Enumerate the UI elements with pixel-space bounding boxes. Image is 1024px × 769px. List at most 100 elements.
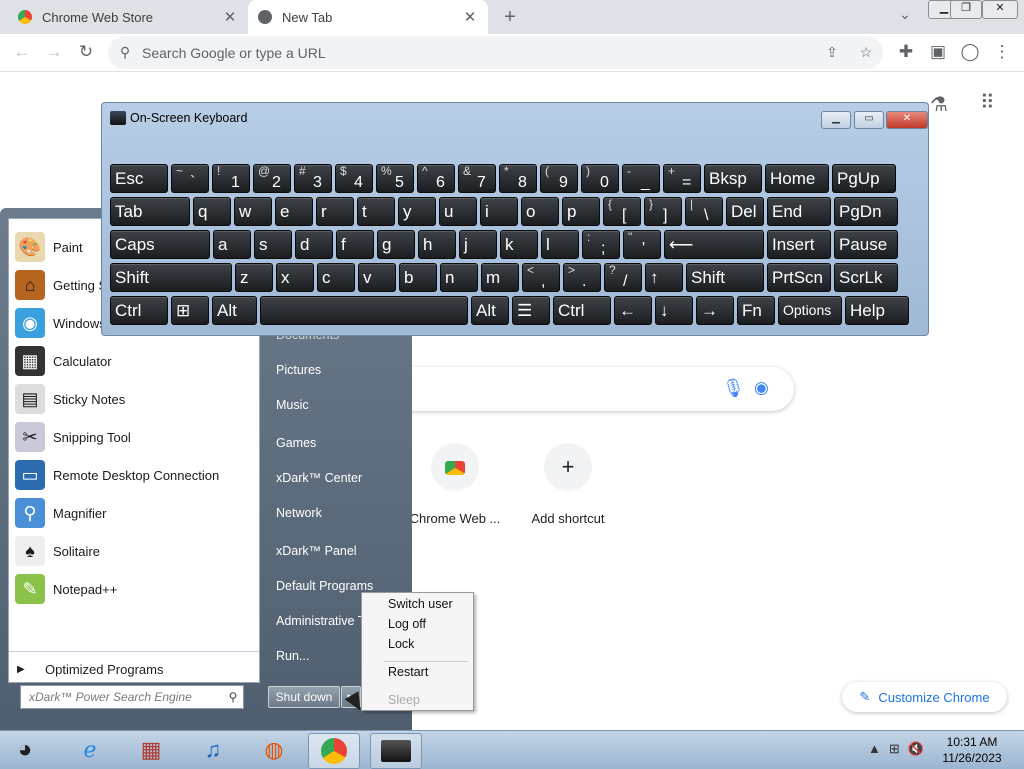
osk-close-button[interactable]: ✕: [886, 111, 928, 129]
key-1[interactable]: ! 1: [212, 164, 250, 193]
key-0[interactable]: ) 0: [581, 164, 619, 193]
key-symbol[interactable]: ↓: [655, 296, 693, 325]
music-player-icon[interactable]: ♫: [188, 733, 238, 767]
key-bksp[interactable]: Bksp: [704, 164, 762, 193]
internet-explorer-icon[interactable]: ℯ: [65, 733, 115, 767]
key-symbol[interactable]: ~ `: [171, 164, 209, 193]
key-3[interactable]: #3: [294, 164, 332, 193]
show-hidden-icons-icon[interactable]: ▲: [868, 741, 881, 757]
restore-button[interactable]: ❐: [950, 0, 982, 19]
key-q[interactable]: q: [193, 197, 231, 226]
start-orb-icon[interactable]: ◕: [2, 733, 48, 767]
key-pause[interactable]: Pause: [834, 230, 898, 259]
key-k[interactable]: k: [500, 230, 538, 259]
volume-muted-icon[interactable]: 🔇: [908, 741, 924, 757]
lens-camera-icon[interactable]: ◉: [754, 378, 769, 398]
menu-item-lock[interactable]: Lock: [388, 637, 414, 651]
share-icon[interactable]: ⇪: [815, 44, 849, 61]
profile-avatar-icon[interactable]: ◯: [958, 40, 982, 64]
omnibox[interactable]: ⚲ Search Google or type a URL ⇪ ☆: [108, 36, 883, 69]
key-del[interactable]: Del: [726, 197, 764, 226]
right-item-games[interactable]: Games: [276, 436, 316, 450]
key-symbol[interactable]: | \: [685, 197, 723, 226]
tab-new-tab[interactable]: New Tab ✕: [248, 0, 488, 34]
key-symbol[interactable]: <,: [522, 263, 560, 292]
shut-down-button[interactable]: Shut down: [268, 686, 340, 708]
key-insert[interactable]: Insert: [767, 230, 831, 259]
key-symbol[interactable]: ⊞: [171, 296, 209, 325]
key-symbol[interactable]: ☰: [512, 296, 550, 325]
key-esc[interactable]: Esc: [110, 164, 168, 193]
key-symbol[interactable]: }]: [644, 197, 682, 226]
close-tab-icon[interactable]: ✕: [222, 8, 238, 26]
right-item-xdark-panel[interactable]: xDark™ Panel: [276, 544, 357, 558]
key-symbol[interactable]: ⟵: [664, 230, 764, 259]
osk-minimize-button[interactable]: ▁: [821, 111, 851, 129]
key-options[interactable]: Options: [778, 296, 842, 325]
close-tab-icon[interactable]: ✕: [462, 8, 478, 26]
key-j[interactable]: j: [459, 230, 497, 259]
key-home[interactable]: Home: [765, 164, 829, 193]
key-x[interactable]: x: [276, 263, 314, 292]
key-9[interactable]: (9: [540, 164, 578, 193]
close-window-button[interactable]: ✕: [982, 0, 1018, 19]
key-v[interactable]: v: [358, 263, 396, 292]
shortcut-add[interactable]: + Add shortcut: [513, 443, 623, 526]
key-w[interactable]: w: [234, 197, 272, 226]
right-item-default-programs[interactable]: Default Programs: [276, 579, 373, 593]
key-2[interactable]: @2: [253, 164, 291, 193]
tab-chrome-web-store[interactable]: Chrome Web Store ✕: [8, 0, 248, 34]
program-calculator[interactable]: ▦ Calculator: [9, 342, 259, 380]
key-caps[interactable]: Caps: [110, 230, 210, 259]
key-symbol[interactable]: " ': [623, 230, 661, 259]
key-l[interactable]: l: [541, 230, 579, 259]
menu-item-restart[interactable]: Restart: [388, 665, 428, 679]
key-4[interactable]: $4: [335, 164, 373, 193]
voice-search-icon[interactable]: 🎙: [722, 378, 745, 399]
key-u[interactable]: u: [439, 197, 477, 226]
key-8[interactable]: * 8: [499, 164, 537, 193]
tab-search-chevron-icon[interactable]: ⌄: [895, 6, 915, 26]
right-item-administrative-tools[interactable]: Administrative T: [276, 614, 365, 628]
key-a[interactable]: a: [213, 230, 251, 259]
key-y[interactable]: y: [398, 197, 436, 226]
menu-kebab-icon[interactable]: ⋮: [990, 40, 1014, 64]
key-prtscn[interactable]: PrtScn: [767, 263, 831, 292]
start-search-input[interactable]: xDark™ Power Search Engine ⚲: [20, 685, 244, 709]
key-d[interactable]: d: [295, 230, 333, 259]
network-icon[interactable]: ⊞: [889, 741, 900, 757]
program-snipping-tool[interactable]: ✂ Snipping Tool: [9, 418, 259, 456]
menu-item-switch-user[interactable]: Switch user: [388, 597, 453, 611]
key-h[interactable]: h: [418, 230, 456, 259]
key-5[interactable]: % 5: [376, 164, 414, 193]
program-solitaire[interactable]: ♠ Solitaire: [9, 532, 259, 570]
key-help[interactable]: Help: [845, 296, 909, 325]
side-panel-icon[interactable]: ▣: [926, 40, 950, 64]
right-item-network[interactable]: Network: [276, 506, 322, 520]
key-end[interactable]: End: [767, 197, 831, 226]
apps-grid-icon[interactable]: ⠿: [980, 90, 995, 115]
key-7[interactable]: & 7: [458, 164, 496, 193]
reload-icon[interactable]: ↻: [74, 40, 98, 64]
key-p[interactable]: p: [562, 197, 600, 226]
key-symbol[interactable]: {[: [603, 197, 641, 226]
back-icon[interactable]: ←: [10, 40, 34, 64]
key-symbol[interactable]: ? /: [604, 263, 642, 292]
key-b[interactable]: b: [399, 263, 437, 292]
program-magnifier[interactable]: ⚲ Magnifier: [9, 494, 259, 532]
firefox-icon[interactable]: ◍: [249, 733, 299, 767]
key-shift[interactable]: Shift: [110, 263, 232, 292]
key-z[interactable]: z: [235, 263, 273, 292]
ntp-search-box[interactable]: 🎙 ◉: [410, 367, 794, 411]
menu-item-log-off[interactable]: Log off: [388, 617, 426, 631]
extensions-icon[interactable]: ✚: [894, 40, 918, 64]
all-programs-item[interactable]: ▶ Optimized Programs: [9, 656, 255, 682]
key-g[interactable]: g: [377, 230, 415, 259]
key-pgdn[interactable]: PgDn: [834, 197, 898, 226]
key-shift[interactable]: Shift: [686, 263, 764, 292]
customize-chrome-button[interactable]: ✎ Customize Chrome: [842, 682, 1007, 712]
key-symbol[interactable]: + =: [663, 164, 701, 193]
program-remote-desktop[interactable]: ▭ Remote Desktop Connection: [9, 456, 259, 494]
right-item-pictures[interactable]: Pictures: [276, 363, 321, 377]
key-symbol[interactable]: ←: [614, 296, 652, 325]
